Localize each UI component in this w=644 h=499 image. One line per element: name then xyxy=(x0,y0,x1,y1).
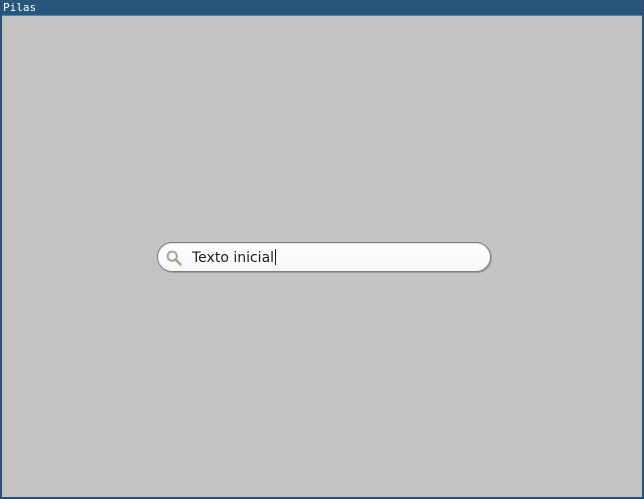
title-bar[interactable]: Pilas xyxy=(2,0,642,16)
window-title: Pilas xyxy=(3,1,37,14)
text-cursor xyxy=(275,249,277,265)
search-field[interactable]: Texto inicial xyxy=(157,242,491,272)
search-input-value: Texto inicial xyxy=(192,250,275,266)
canvas-area: Texto inicial xyxy=(2,17,642,497)
app-window: Pilas Texto inicial xyxy=(0,0,644,499)
search-icon xyxy=(166,250,182,266)
search-input[interactable]: Texto inicial xyxy=(192,247,477,269)
